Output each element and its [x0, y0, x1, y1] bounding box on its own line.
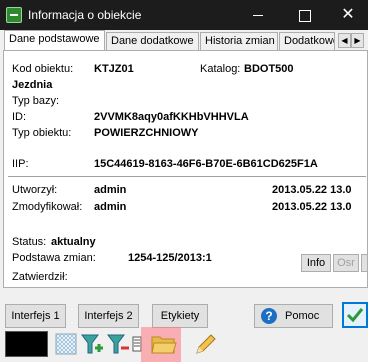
osr-button[interactable]: Osr	[333, 254, 359, 272]
help-icon: ?	[261, 308, 277, 324]
ok-button[interactable]	[342, 302, 368, 328]
katalog-value: BDOT500	[244, 63, 294, 75]
object-name: Jezdnia	[12, 79, 53, 91]
pomoc-button[interactable]: ? Pomoc	[254, 304, 333, 328]
pencil-icon[interactable]	[193, 331, 217, 357]
kod-value: KTJZ01	[94, 63, 134, 75]
id-label: ID:	[12, 111, 27, 123]
maximize-button[interactable]	[282, 0, 326, 30]
iip-label: IIP:	[12, 158, 29, 170]
separator	[8, 176, 366, 177]
folder-icon[interactable]	[150, 331, 178, 357]
typ-bazy-label: Typ bazy:	[12, 95, 60, 107]
app-icon	[6, 7, 22, 23]
status-label: Status:	[12, 236, 47, 248]
extra-button[interactable]	[361, 254, 367, 272]
podstawa-value: 1254-125/2013:1	[128, 252, 212, 264]
typ-obiektu-value: POWIERZCHNIOWY	[94, 127, 199, 139]
typ-obiektu-label: Typ obiektu:	[12, 127, 72, 139]
tab-scroll: ◀ ▶	[338, 33, 364, 48]
tab-dodatkowe[interactable]: Dodatkowe	[279, 32, 335, 50]
minimize-button[interactable]	[236, 0, 280, 30]
katalog-label: Katalog:	[200, 63, 241, 75]
title-bar: Informacja o obiekcie ✕	[0, 0, 368, 30]
zmodyfikowal-label: Zmodyfikował:	[12, 201, 83, 213]
iip-value: 15C44619-8163-46F6-B70E-6B61CD625F1A	[94, 158, 318, 170]
interfejs2-button[interactable]: Interfejs 2	[78, 304, 139, 328]
tab-scroll-left-icon[interactable]: ◀	[338, 33, 351, 48]
utworzyl-value: admin	[94, 184, 127, 196]
zmodyfikowal-value: admin	[94, 201, 127, 213]
color-swatch[interactable]	[5, 331, 48, 357]
utworzyl-label: Utworzył:	[12, 184, 58, 196]
zatwierdzil-label: Zatwierdził:	[12, 271, 68, 283]
status-value: aktualny	[51, 236, 96, 248]
id-value: 2VVMK8aqy0afKKHbVHHVLA	[94, 111, 249, 123]
tab-scroll-right-icon[interactable]: ▶	[351, 33, 364, 48]
tab-dane-podstawowe[interactable]: Dane podstawowe	[4, 30, 105, 50]
check-icon	[346, 308, 364, 323]
interfejs1-button[interactable]: Interfejs 1	[5, 304, 66, 328]
close-button[interactable]: ✕	[326, 0, 368, 30]
filter-remove-icon[interactable]	[106, 331, 130, 357]
filter-add-icon[interactable]	[80, 331, 104, 357]
window-title: Informacja o obiekcie	[28, 8, 142, 22]
etykiety-button[interactable]: Etykiety	[152, 304, 208, 328]
utworzyl-date: 2013.05.22 13.0	[272, 184, 352, 196]
tab-historia-zmian[interactable]: Historia zmian	[200, 32, 278, 50]
tab-strip: Dane podstawowe Dane dodatkowe Historia …	[0, 30, 368, 50]
pomoc-label: Pomoc	[285, 310, 320, 322]
kod-label: Kod obiektu:	[12, 63, 74, 75]
info-button[interactable]: Info	[301, 254, 331, 272]
details-panel: Kod obiektu: KTJZ01 Katalog: BDOT500 Jez…	[3, 50, 368, 288]
tab-dane-dodatkowe[interactable]: Dane dodatkowe	[106, 32, 199, 50]
zmodyfikowal-date: 2013.05.22 13.0	[272, 201, 352, 213]
pattern-icon[interactable]	[55, 331, 77, 357]
podstawa-label: Podstawa zmian:	[12, 252, 96, 264]
